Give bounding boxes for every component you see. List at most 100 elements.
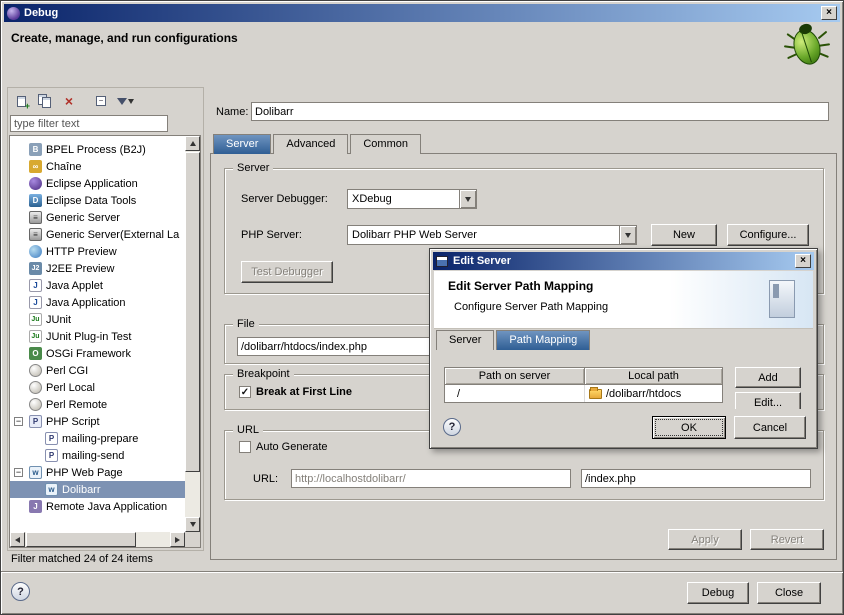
name-input[interactable] [251, 102, 829, 121]
dialog-tab-path-mapping[interactable]: Path Mapping [496, 330, 590, 350]
server-debugger-combo[interactable]: XDebug [347, 189, 477, 209]
tab-advanced[interactable]: Advanced [273, 134, 348, 154]
collapse-all-button[interactable] [90, 91, 112, 111]
bpel-icon [29, 143, 42, 156]
perl-icon [29, 398, 42, 411]
scroll-down-button[interactable] [185, 517, 200, 532]
tree-item[interactable]: Perl Remote [10, 396, 185, 413]
tree-item[interactable]: Java Application [10, 294, 185, 311]
debug-button[interactable]: Debug [687, 582, 749, 604]
tree-item-label: Eclipse Data Tools [46, 195, 136, 207]
duplicate-configuration-button[interactable] [34, 91, 56, 111]
php-file-icon [45, 449, 58, 462]
tree-item[interactable]: Eclipse Data Tools [10, 192, 185, 209]
http-icon [29, 245, 42, 258]
url-path-input[interactable] [581, 469, 811, 488]
path-mapping-table: Path on server Local path //dolibarr/htd… [444, 367, 723, 403]
tree-item-label: BPEL Process (B2J) [46, 144, 146, 156]
scroll-right-button[interactable] [170, 532, 185, 547]
scroll-left-button[interactable] [10, 532, 25, 547]
new-server-button[interactable]: New [651, 224, 717, 246]
tree-item[interactable]: Generic Server [10, 209, 185, 226]
help-button[interactable]: ? [11, 582, 30, 601]
delete-configuration-button[interactable]: × [58, 91, 80, 111]
ok-button[interactable]: OK [652, 416, 726, 439]
close-icon[interactable]: × [821, 6, 837, 20]
edit-mapping-button[interactable]: Edit... [735, 392, 801, 409]
vertical-scroll-thumb[interactable] [185, 152, 200, 472]
tree-item[interactable]: JUnit [10, 311, 185, 328]
apply-button[interactable]: Apply [668, 529, 742, 550]
tree-horizontal-scrollbar[interactable] [10, 532, 185, 547]
filter-status: Filter matched 24 of 24 items [11, 553, 153, 565]
auto-generate-checkbox[interactable] [239, 441, 251, 453]
horizontal-scroll-thumb[interactable] [26, 532, 136, 547]
server-debugger-value: XDebug [348, 193, 459, 205]
tree-item[interactable]: Perl Local [10, 379, 185, 396]
tree-item[interactable]: mailing-send [10, 447, 185, 464]
remote-java-icon [29, 500, 42, 513]
revert-button[interactable]: Revert [750, 529, 824, 550]
tree-item-label: mailing-send [62, 450, 124, 462]
type-filter-input[interactable] [10, 115, 168, 132]
close-icon[interactable]: × [795, 254, 811, 268]
edit-server-titlebar[interactable]: Edit Server × [433, 252, 814, 270]
php-file-icon [45, 432, 58, 445]
tree-item[interactable]: Eclipse Application [10, 175, 185, 192]
php-server-combo[interactable]: Dolibarr PHP Web Server [347, 225, 637, 245]
break-first-line-checkbox[interactable]: ✓ [239, 386, 251, 398]
window-title: Debug [24, 7, 821, 19]
webpage-icon [29, 466, 42, 479]
tree-item[interactable]: Dolibarr [10, 481, 185, 498]
new-configuration-button[interactable]: + [10, 91, 32, 111]
tree-item[interactable]: Generic Server(External La [10, 226, 185, 243]
scroll-up-button[interactable] [185, 136, 200, 151]
tree-item[interactable]: Java Applet [10, 277, 185, 294]
chain-icon [29, 160, 42, 173]
filter-menu-button[interactable] [114, 91, 136, 111]
dialog-tab-server[interactable]: Server [436, 330, 494, 350]
window-titlebar[interactable]: Debug × [4, 4, 840, 22]
local-path-value: /dolibarr/htdocs [606, 388, 681, 400]
url-label: URL: [253, 473, 278, 485]
base-url-input [291, 469, 571, 488]
delete-icon: × [65, 94, 73, 108]
tree-item[interactable]: −PHP Script [10, 413, 185, 430]
server-group-title: Server [233, 162, 273, 174]
server-tower-icon [769, 280, 795, 318]
mapping-table-header: Path on server Local path [445, 368, 722, 385]
tree-vertical-scrollbar[interactable] [185, 136, 200, 532]
mapping-row[interactable]: //dolibarr/htdocs [445, 385, 722, 402]
tab-common[interactable]: Common [350, 134, 421, 154]
scrollbar-corner [185, 532, 200, 547]
tree-item-label: Perl CGI [46, 365, 88, 377]
tree-item[interactable]: J2EE Preview [10, 260, 185, 277]
tree-item-label: Remote Java Application [46, 501, 167, 513]
dropdown-arrow-icon[interactable] [619, 226, 636, 244]
column-path-on-server[interactable]: Path on server [445, 368, 585, 385]
tree-item-label: Generic Server(External La [46, 229, 179, 241]
php-server-value: Dolibarr PHP Web Server [348, 229, 619, 241]
tree-item[interactable]: HTTP Preview [10, 243, 185, 260]
configurations-toolbar: + × [10, 90, 200, 112]
test-debugger-button[interactable]: Test Debugger [241, 261, 333, 283]
tree-item[interactable]: Chaîne [10, 158, 185, 175]
tree-item[interactable]: Remote Java Application [10, 498, 185, 515]
add-mapping-button[interactable]: Add [735, 367, 801, 388]
tree-item[interactable]: mailing-prepare [10, 430, 185, 447]
dialog-help-button[interactable]: ? [443, 418, 461, 436]
tree-item[interactable]: Perl CGI [10, 362, 185, 379]
tree-item[interactable]: JUnit Plug-in Test [10, 328, 185, 345]
tree-item[interactable]: BPEL Process (B2J) [10, 141, 185, 158]
collapse-expander-icon[interactable]: − [14, 468, 23, 477]
java-icon [29, 279, 42, 292]
tree-item[interactable]: OSGi Framework [10, 345, 185, 362]
tree-item[interactable]: −PHP Web Page [10, 464, 185, 481]
close-button[interactable]: Close [757, 582, 821, 604]
configure-server-button[interactable]: Configure... [727, 224, 809, 246]
column-local-path[interactable]: Local path [585, 368, 722, 385]
cancel-button[interactable]: Cancel [734, 416, 806, 439]
collapse-expander-icon[interactable]: − [14, 417, 23, 426]
tab-server[interactable]: Server [213, 134, 271, 154]
dropdown-arrow-icon[interactable] [459, 190, 476, 208]
